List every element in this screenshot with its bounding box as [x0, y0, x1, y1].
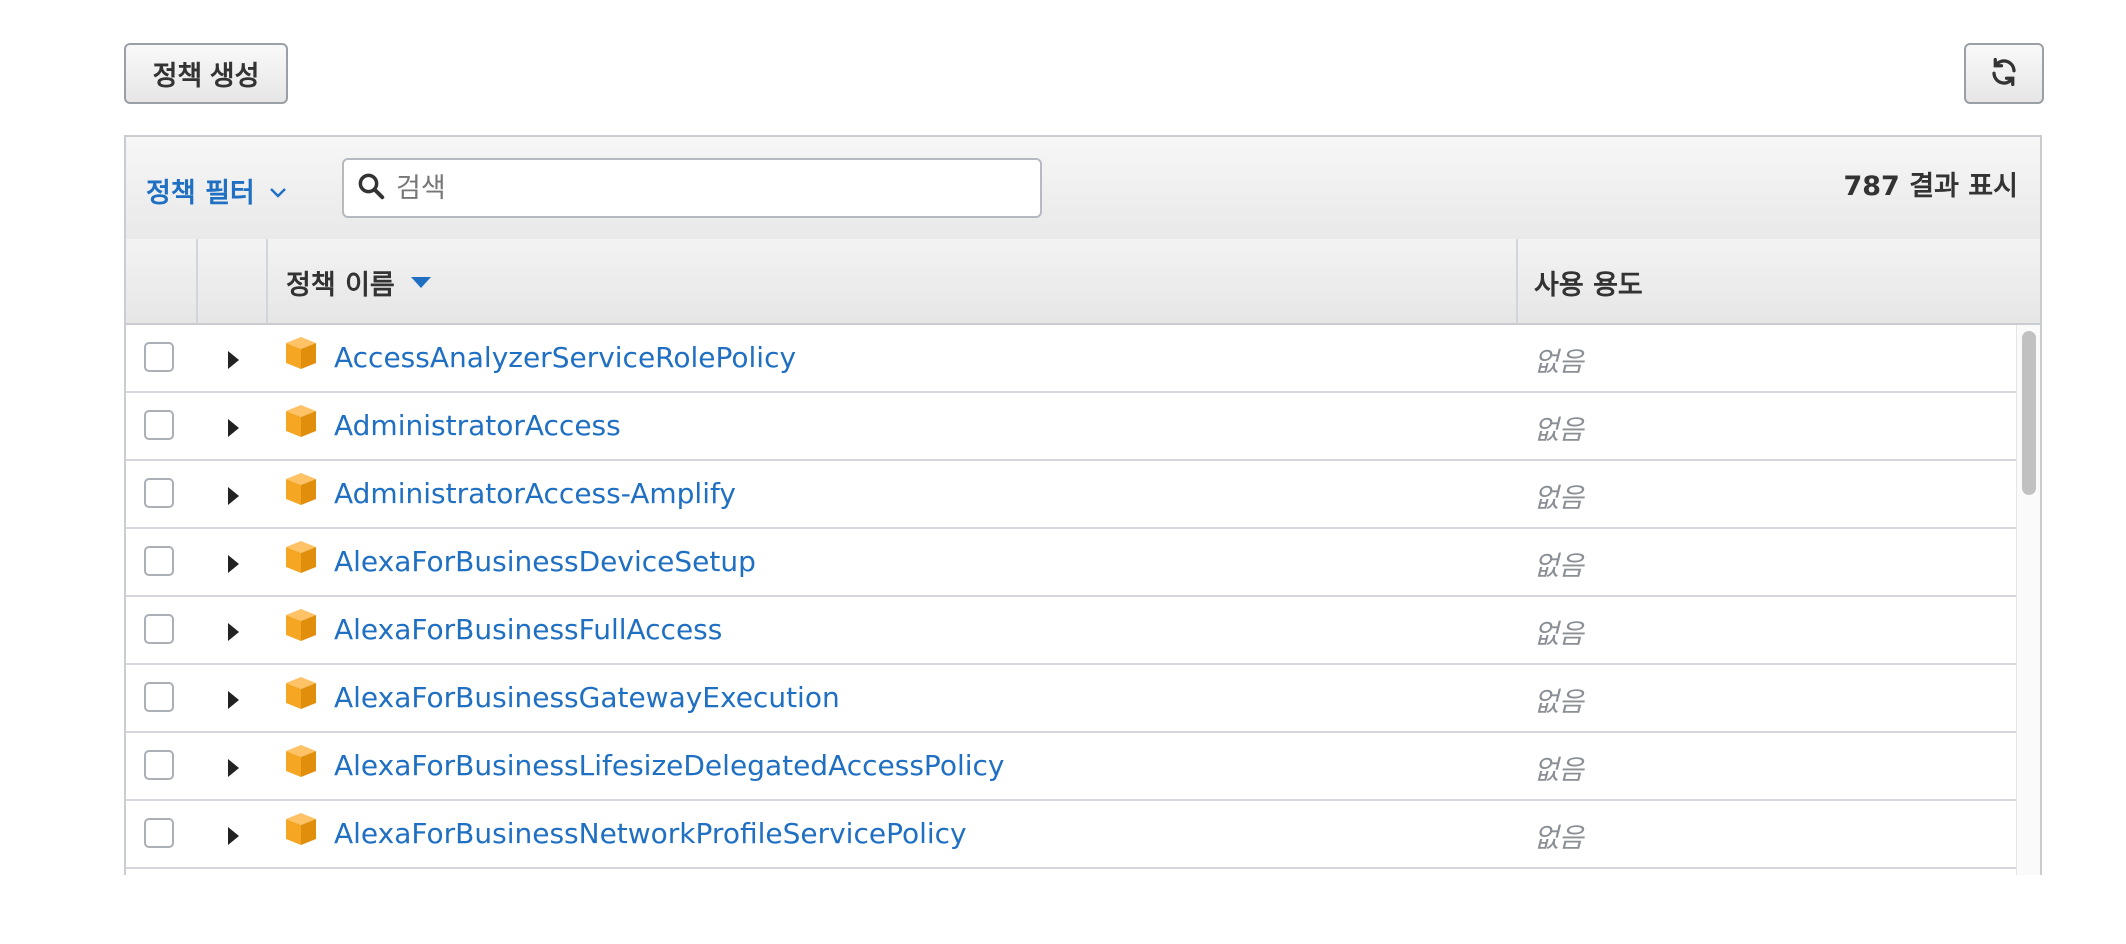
table-row: AlexaForBusinessDeviceSetup 없음 [126, 529, 2016, 597]
policy-table-panel: 정책 필터 787 결과 표시 정책 이름 사용 용도 [124, 135, 2042, 875]
usage-value: 없음 [1534, 483, 1584, 514]
table-scrollbar-thumb[interactable] [2022, 331, 2036, 495]
aws-managed-policy-icon [286, 745, 316, 777]
row-checkbox[interactable] [144, 410, 174, 440]
search-box[interactable] [342, 158, 1042, 218]
policy-filter-dropdown[interactable]: 정책 필터 [146, 171, 287, 210]
aws-managed-policy-icon [286, 813, 316, 845]
table-row: AdministratorAccess 없음 [126, 393, 2016, 461]
row-checkbox[interactable] [144, 342, 174, 372]
refresh-icon [1989, 57, 2019, 90]
policy-name-link[interactable]: AdministratorAccess-Amplify [334, 477, 736, 510]
create-policy-button[interactable]: 정책 생성 [124, 43, 288, 104]
table-row: AlexaForBusinessNetworkProfileServicePol… [126, 801, 2016, 869]
aws-managed-policy-icon [286, 337, 316, 369]
expand-row-icon[interactable] [228, 759, 239, 777]
table-row: AlexaForBusinessFullAccess 없음 [126, 597, 2016, 665]
aws-managed-policy-icon [286, 609, 316, 641]
select-column-header [126, 239, 198, 323]
row-checkbox[interactable] [144, 750, 174, 780]
expand-row-icon[interactable] [228, 351, 239, 369]
usage-value: 없음 [1534, 415, 1584, 446]
usage-column-header[interactable]: 사용 용도 [1518, 239, 2040, 323]
expand-row-icon[interactable] [228, 691, 239, 709]
policy-name-link[interactable]: AlexaForBusinessDeviceSetup [334, 545, 756, 578]
chevron-down-icon [269, 175, 287, 206]
policy-filter-label: 정책 필터 [146, 178, 255, 209]
row-checkbox[interactable] [144, 682, 174, 712]
table-row: AlexaForBusinessGatewayExecution 없음 [126, 665, 2016, 733]
row-checkbox[interactable] [144, 818, 174, 848]
aws-managed-policy-icon [286, 677, 316, 709]
search-icon [356, 171, 386, 205]
table-row: AlexaForBusinessLifesizeDelegatedAccessP… [126, 733, 2016, 801]
policy-name-link[interactable]: AlexaForBusinessFullAccess [334, 613, 722, 646]
row-checkbox[interactable] [144, 478, 174, 508]
expand-row-icon[interactable] [228, 623, 239, 641]
table-body: AccessAnalyzerServiceRolePolicy 없음 Admin… [126, 325, 2016, 869]
result-count: 787 결과 표시 [1843, 171, 2018, 202]
policy-name-link[interactable]: AlexaForBusinessNetworkProfileServicePol… [334, 817, 967, 850]
table-row: AccessAnalyzerServiceRolePolicy 없음 [126, 325, 2016, 393]
expand-row-icon[interactable] [228, 419, 239, 437]
expand-column-header [198, 239, 268, 323]
expand-row-icon[interactable] [228, 555, 239, 573]
usage-value: 없음 [1534, 347, 1584, 378]
policy-name-header-label: 정책 이름 [286, 270, 395, 301]
policy-name-link[interactable]: AlexaForBusinessGatewayExecution [334, 681, 840, 714]
sort-descending-icon [410, 277, 431, 288]
aws-managed-policy-icon [286, 541, 316, 573]
expand-row-icon[interactable] [228, 487, 239, 505]
usage-value: 없음 [1534, 551, 1584, 582]
table-row: AdministratorAccess-Amplify 없음 [126, 461, 2016, 529]
usage-value: 없음 [1534, 755, 1584, 786]
aws-managed-policy-icon [286, 405, 316, 437]
refresh-button[interactable] [1964, 43, 2044, 104]
usage-header-label: 사용 용도 [1534, 270, 1643, 301]
policy-name-column-header[interactable]: 정책 이름 [268, 239, 1518, 323]
table-header: 정책 이름 사용 용도 [126, 239, 2040, 325]
aws-managed-policy-icon [286, 473, 316, 505]
usage-value: 없음 [1534, 619, 1584, 650]
row-checkbox[interactable] [144, 614, 174, 644]
policy-name-link[interactable]: AccessAnalyzerServiceRolePolicy [334, 341, 796, 374]
usage-value: 없음 [1534, 687, 1584, 718]
expand-row-icon[interactable] [228, 827, 239, 845]
policy-name-link[interactable]: AlexaForBusinessLifesizeDelegatedAccessP… [334, 749, 1004, 782]
row-checkbox[interactable] [144, 546, 174, 576]
policy-name-link[interactable]: AdministratorAccess [334, 409, 621, 442]
usage-value: 없음 [1534, 823, 1584, 854]
search-input[interactable] [394, 171, 998, 205]
table-toolbar: 정책 필터 787 결과 표시 [126, 137, 2040, 241]
